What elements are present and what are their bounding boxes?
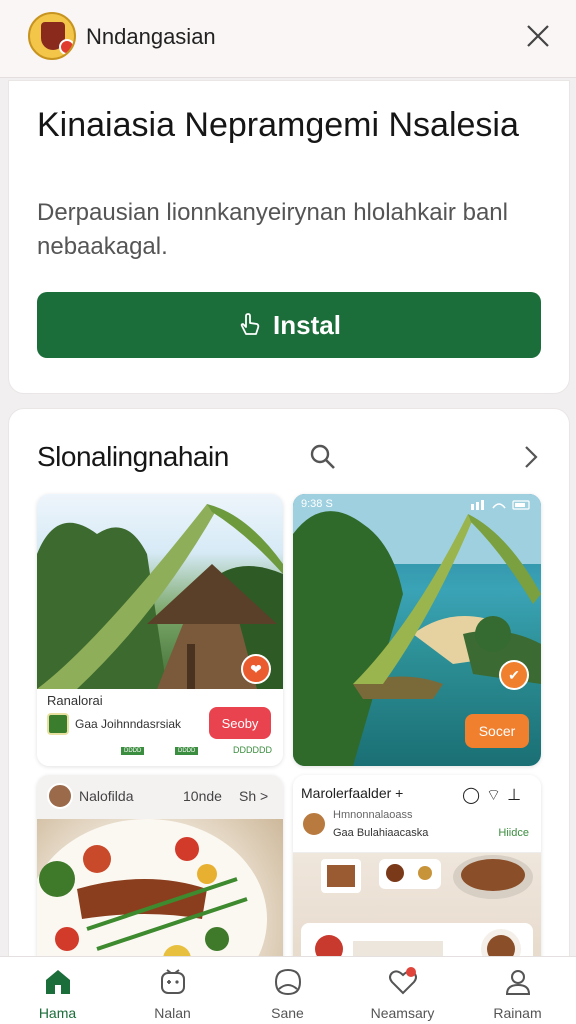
nav-label: Hama xyxy=(38,1005,77,1021)
tile-action-button[interactable]: Socer xyxy=(465,714,529,748)
top-bar: Nndangasian xyxy=(0,0,576,78)
nav-label: Neamsary xyxy=(370,1005,435,1021)
apps-icon xyxy=(274,968,302,996)
badge-dot xyxy=(59,39,74,55)
chevron-right-icon[interactable] xyxy=(521,443,541,471)
featured-section: Slonalingnahain ❤ Ranalorai Gaa Joihnnda… xyxy=(8,408,570,1009)
games-icon xyxy=(161,969,185,994)
show-more-link[interactable]: Sh > xyxy=(239,788,268,804)
tile-info: Ranalorai Gaa Joihnndasrsiak Seoby DDDD … xyxy=(37,689,283,766)
section-title: Slonalingnahain xyxy=(37,441,229,472)
favorite-badge-icon[interactable]: ❤ xyxy=(241,654,271,684)
chat-icon[interactable]: ◯ xyxy=(462,787,486,804)
pin-icon[interactable]: ⊥ xyxy=(507,787,527,804)
tile-size: DDDDDD xyxy=(233,745,272,755)
heart-icon xyxy=(389,967,417,995)
tag-badge: DDDD xyxy=(175,747,199,755)
tile-header: Nalofilda 10nde Sh > xyxy=(37,775,283,819)
search-icon[interactable] xyxy=(309,443,337,471)
bottom-navigation: Hama Nalan Sane Neamsary Rainam xyxy=(0,956,576,1024)
close-icon[interactable] xyxy=(524,22,552,50)
tile-subtitle: Hmnonnalaoass xyxy=(333,809,413,821)
check-badge-icon[interactable]: ✔ xyxy=(499,660,529,690)
status-bar-time: 9:38 S xyxy=(301,498,333,510)
wifi-icon[interactable]: ⌔ xyxy=(486,787,507,804)
tile-title: Marolerfaalder + xyxy=(301,785,404,801)
action-icons[interactable]: ◯⌔⊥ xyxy=(462,785,527,805)
nav-item-home[interactable]: Hama xyxy=(0,957,115,1024)
nav-item-games[interactable]: Nalan xyxy=(115,957,230,1024)
app-tile[interactable]: 9:38 S ✔ Socer xyxy=(293,494,541,766)
tile-header: Marolerfaalder + ◯⌔⊥ Hmnonnalaoass Gaa B… xyxy=(293,775,541,853)
hand-pointer-icon xyxy=(240,313,260,335)
nav-item-profile[interactable]: Rainam xyxy=(460,957,575,1024)
nav-label: Nalan xyxy=(154,1005,191,1021)
tag-badge: DDDD xyxy=(121,747,145,755)
app-name: Nndangasian xyxy=(86,24,216,49)
tile-developer: Gaa Bulahiaacaska xyxy=(333,827,429,839)
tile-developer: Gaa Joihnndasrsiak xyxy=(75,717,182,731)
nav-item-apps[interactable]: Sane xyxy=(230,957,345,1024)
developer-icon xyxy=(47,713,69,735)
promo-headline: Kinaiasia Nepramgemi Nsalesia xyxy=(37,106,519,144)
avatar xyxy=(47,783,73,809)
tile-app-name: Ranalorai xyxy=(47,693,103,708)
avatar xyxy=(301,811,327,837)
profile-icon xyxy=(505,970,531,995)
tile-rating: Hiidce xyxy=(498,827,529,839)
promo-description: Derpausian lionnkanyeirynan hlolahkair b… xyxy=(37,199,508,260)
install-button[interactable]: Instal xyxy=(37,292,541,358)
nav-label: Sane xyxy=(271,1005,304,1021)
promo-card: Kinaiasia Nepramgemi Nsalesia Derpausian… xyxy=(8,80,570,394)
tile-count: 10nde xyxy=(183,788,222,804)
install-label: Instal xyxy=(273,309,341,340)
home-icon xyxy=(46,970,70,994)
author-name: Nalofilda xyxy=(79,788,134,804)
nav-label: Rainam xyxy=(493,1005,542,1021)
tile-action-button[interactable]: Seoby xyxy=(209,707,271,739)
status-icons xyxy=(471,500,530,510)
app-logo[interactable] xyxy=(28,12,76,60)
app-tile[interactable]: ❤ Ranalorai Gaa Joihnndasrsiak Seoby DDD… xyxy=(37,494,283,766)
nav-item-wishlist[interactable]: Neamsary xyxy=(345,957,460,1024)
